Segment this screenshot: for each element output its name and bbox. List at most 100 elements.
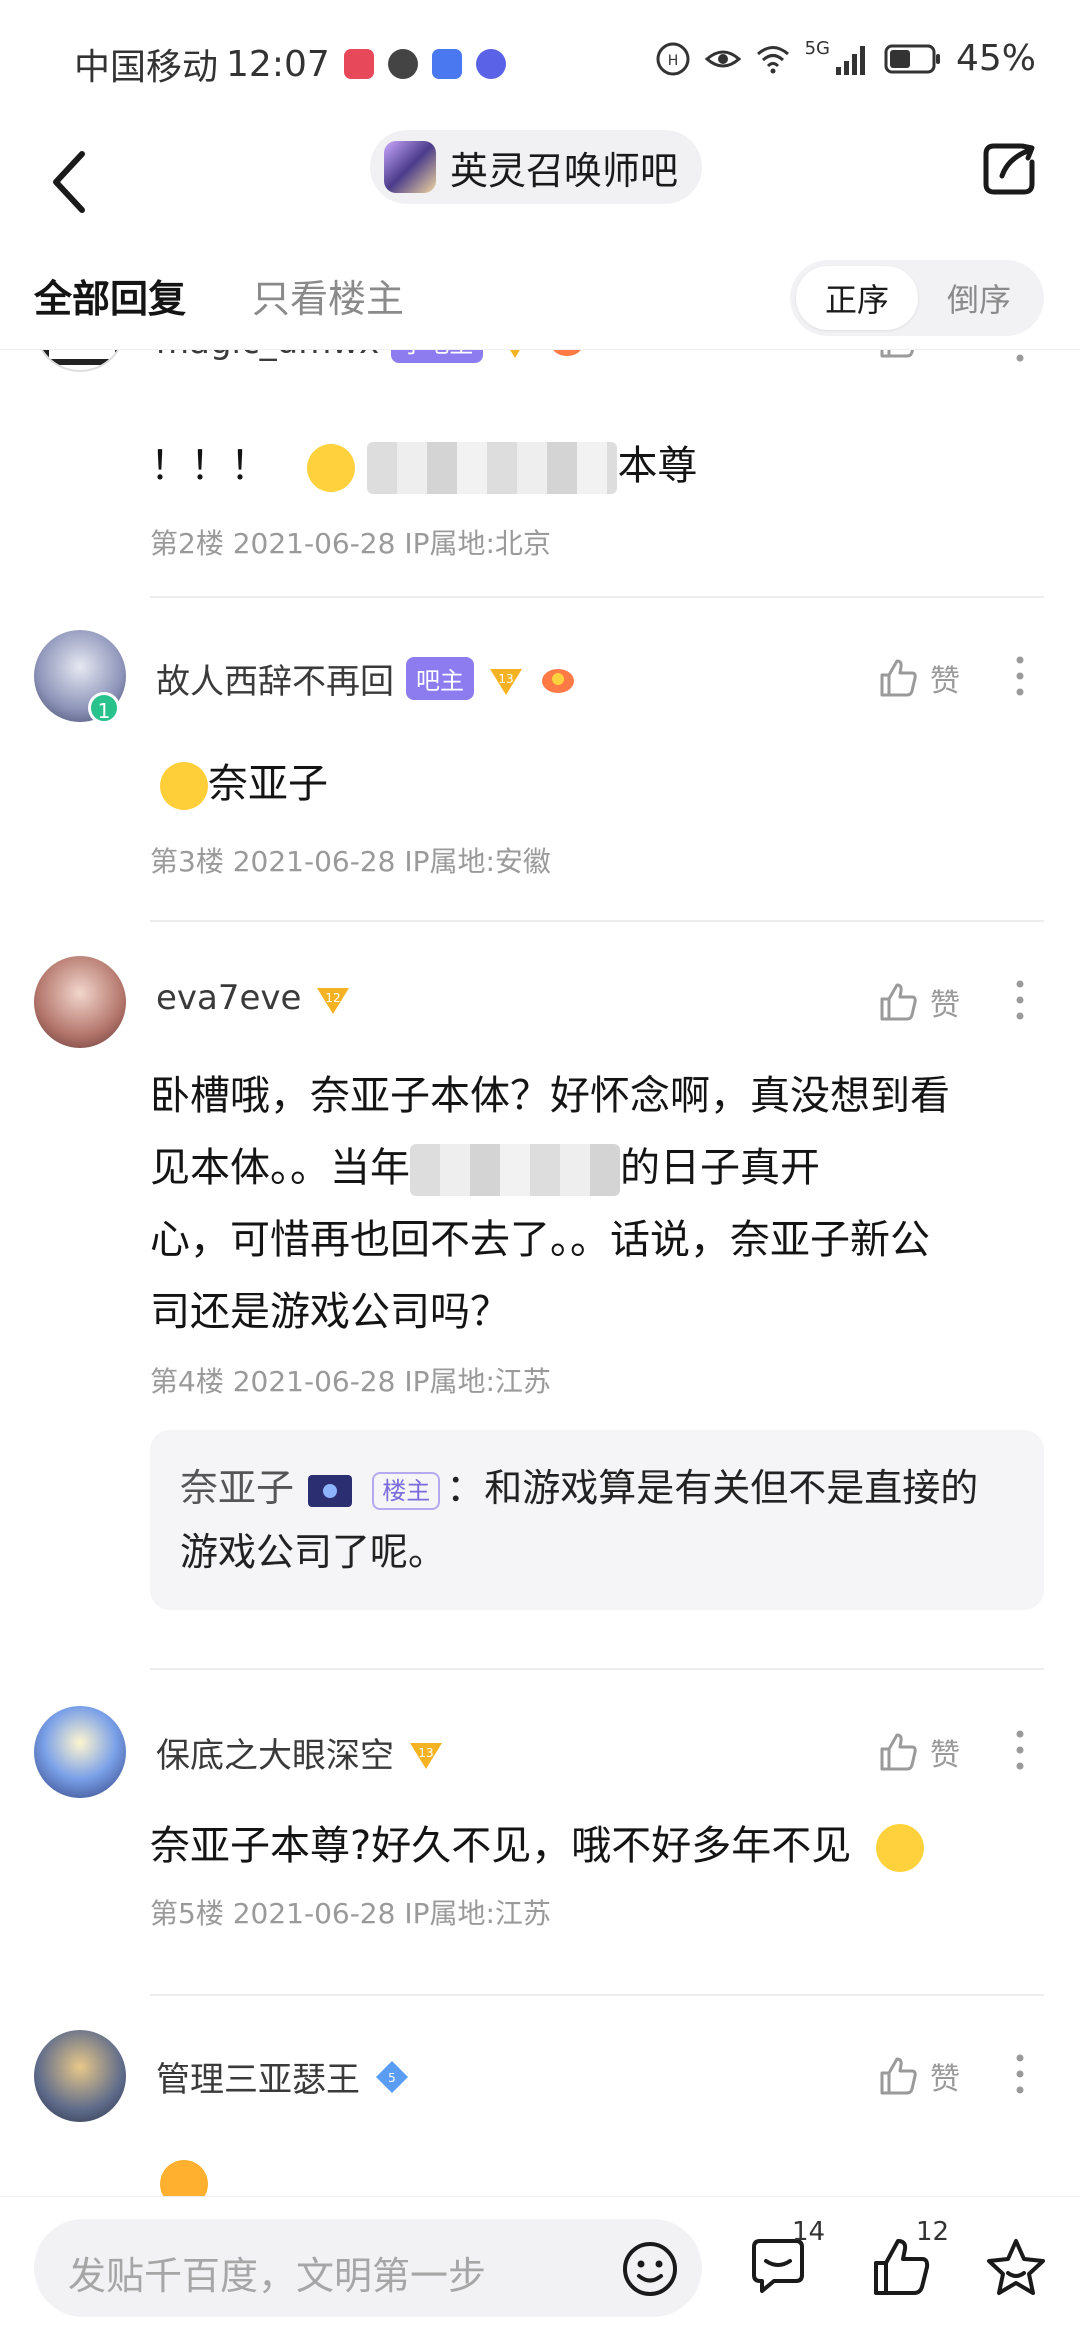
- star-icon[interactable]: [984, 2235, 1048, 2299]
- post-text: 奈亚子本尊?好久不见，哦不好多年不见: [150, 1823, 852, 1869]
- username[interactable]: 故人西辞不再回: [156, 654, 394, 703]
- more-options-icon[interactable]: [1010, 654, 1030, 698]
- clock: 12:07: [226, 43, 330, 85]
- thumbs-up-icon: [880, 2057, 917, 2095]
- user-row: 管理三亚瑟王 5: [156, 2052, 412, 2101]
- post-content: ！！！ 本尊: [150, 430, 1040, 502]
- compose-input[interactable]: 发贴千百度，文明第一步: [34, 2219, 702, 2317]
- post-text-line: 心，可惜再也回不去了。。话说，奈亚子新公: [150, 1217, 930, 1263]
- like-button[interactable]: 赞: [878, 1730, 960, 1774]
- share-icon[interactable]: [980, 140, 1038, 198]
- divider: [150, 596, 1044, 598]
- post-meta: 第5楼 2021-06-28 IP属地:江苏: [150, 1897, 551, 1930]
- more-options-icon[interactable]: [1010, 2052, 1030, 2096]
- user-row: 保底之大眼深空 13: [156, 1728, 446, 1777]
- like-label: 赞: [930, 988, 960, 1023]
- svg-text:H: H: [667, 53, 678, 69]
- sort-toggle: 正序 倒序: [790, 260, 1044, 336]
- divider: [150, 1994, 1044, 1996]
- avatar[interactable]: [34, 2030, 126, 2122]
- user-row: eva7eve 12: [156, 978, 353, 1018]
- user-row: 故人西辞不再回 吧主 13: [156, 654, 578, 703]
- back-arrow-icon[interactable]: [42, 142, 102, 222]
- bottom-bar: 发贴千百度，文明第一步 14 12: [0, 2196, 1080, 2340]
- reply-feed[interactable]: magic_dmwx 小吧主 12 4 ！！！ 本尊 第2楼 2021-06-2…: [0, 340, 1080, 2200]
- post-content: 奈亚子: [160, 748, 1050, 820]
- post-text: ！！！: [150, 443, 270, 489]
- like-count: 12: [916, 2217, 950, 2247]
- like-button[interactable]: 赞: [878, 2054, 960, 2098]
- game-controller-icon: [542, 668, 574, 693]
- notification-app-icon: [343, 49, 374, 79]
- more-options-icon[interactable]: [1010, 1728, 1030, 1772]
- avatar[interactable]: [34, 1706, 126, 1798]
- redacted-text: [410, 1144, 620, 1196]
- svg-text:13: 13: [418, 1746, 433, 1760]
- status-right: H 5G 45%: [655, 38, 1036, 79]
- like-button[interactable]: 赞: [878, 980, 960, 1024]
- svg-text:12: 12: [326, 991, 341, 1005]
- comment-count: 14: [792, 2217, 826, 2247]
- sort-ascending-button[interactable]: 正序: [796, 266, 918, 330]
- status-bar: 中国移动 12:07 H 5G 45%: [0, 0, 1080, 120]
- angry-emoji-icon: [160, 2160, 208, 2200]
- battery-icon: [884, 44, 940, 73]
- divider: [150, 1668, 1044, 1670]
- notification-app-icon: [387, 49, 418, 79]
- post-meta: 第2楼 2021-06-28 IP属地:北京: [150, 527, 551, 560]
- post-meta: 第3楼 2021-06-28 IP属地:安徽: [150, 845, 551, 878]
- post-meta: 第4楼 2021-06-28 IP属地:江苏: [150, 1365, 551, 1398]
- redacted-text: [367, 442, 618, 494]
- post-text-line: 见本体。。当年 的日子真开: [150, 1132, 1040, 1204]
- post-content: 卧槽哦，奈亚子本体？好怀念啊，真没想到看 见本体。。当年 的日子真开 心，可惜再也…: [150, 1060, 1040, 1348]
- post-text: 本尊: [617, 443, 698, 489]
- forum-title-pill[interactable]: 英灵召唤师吧: [370, 130, 703, 204]
- smile-emoji-icon: [875, 1824, 924, 1872]
- reply-text: ：和游戏算是有关但不是直接的游戏公司了呢。: [180, 1466, 979, 1574]
- role-badge: 吧主: [406, 657, 474, 700]
- username[interactable]: 保底之大眼深空: [156, 1728, 394, 1777]
- hd-icon: H: [656, 42, 690, 75]
- more-options-icon[interactable]: [1010, 978, 1030, 1022]
- crying-emoji-icon: [160, 762, 208, 810]
- like-label: 赞: [930, 664, 960, 699]
- tab-owner-only[interactable]: 只看楼主: [252, 268, 404, 323]
- divider: [150, 920, 1044, 922]
- galaxy-badge-icon: [308, 1474, 353, 1507]
- emoji-icon[interactable]: [620, 2239, 680, 2299]
- network-type: 5G: [804, 38, 830, 59]
- sort-descending-button[interactable]: 倒序: [918, 266, 1040, 330]
- like-label: 赞: [930, 2062, 960, 2097]
- signal-icon: [835, 45, 865, 75]
- reply-author[interactable]: 奈亚子: [180, 1466, 294, 1510]
- svg-text:5: 5: [388, 2071, 396, 2085]
- wifi-icon: [756, 45, 789, 73]
- username[interactable]: eva7eve: [156, 978, 301, 1018]
- level-badge-icon: 13: [490, 668, 522, 695]
- like-button[interactable]: 赞: [878, 656, 960, 700]
- username[interactable]: 管理三亚瑟王: [156, 2052, 360, 2101]
- battery-level: 45%: [955, 38, 1036, 79]
- like-label: 赞: [930, 1738, 960, 1773]
- thumbs-up-icon: [880, 983, 917, 1021]
- post-text: 见本体。。当年: [150, 1145, 410, 1191]
- carrier-label: 中国移动: [74, 47, 219, 88]
- reply-tabs: 全部回复 只看楼主 正序 倒序: [0, 250, 1080, 350]
- tab-all-replies[interactable]: 全部回复: [34, 268, 186, 323]
- compose-placeholder: 发贴千百度，文明第一步: [68, 2254, 487, 2298]
- sub-reply[interactable]: 奈亚子 楼主 ：和游戏算是有关但不是直接的游戏公司了呢。: [150, 1430, 1044, 1610]
- post-text-line: 卧槽哦，奈亚子本体？好怀念啊，真没想到看: [150, 1073, 950, 1119]
- post-content: [160, 2146, 1050, 2200]
- post-content: 奈亚子本尊?好久不见，哦不好多年不见: [150, 1810, 1040, 1882]
- post-text: 的日子真开: [620, 1145, 820, 1191]
- forum-name: 英灵召唤师吧: [450, 148, 679, 193]
- svg-text:13: 13: [498, 672, 513, 686]
- thumbs-up-icon: [880, 659, 917, 697]
- avatar-badge: 1: [88, 692, 120, 724]
- post-text-line: 司还是游戏公司吗？: [150, 1289, 510, 1335]
- status-left: 中国移动 12:07: [74, 38, 506, 90]
- avatar[interactable]: [34, 956, 126, 1048]
- post-text: 奈亚子: [208, 761, 328, 807]
- smile-emoji-icon: [306, 444, 355, 492]
- level-badge-icon: 12: [317, 988, 350, 1014]
